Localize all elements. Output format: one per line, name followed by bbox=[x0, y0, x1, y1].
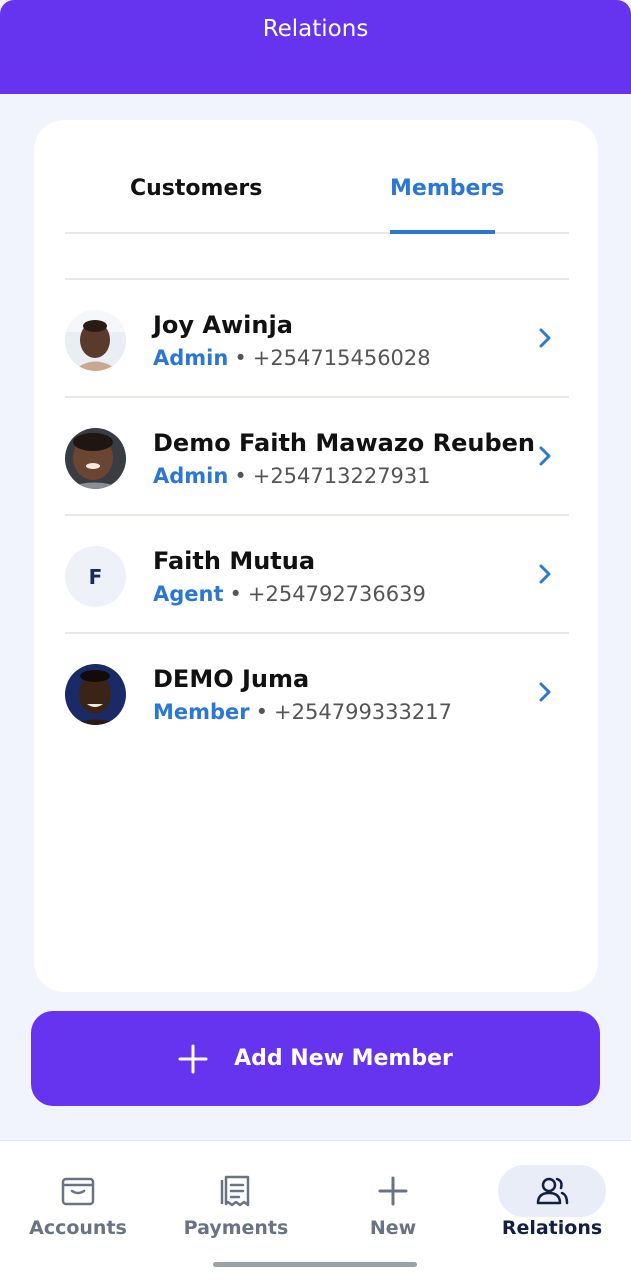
nav-accounts[interactable]: Accounts bbox=[3, 1155, 153, 1265]
chevron-right-icon bbox=[539, 682, 551, 702]
add-new-member-button[interactable]: Add New Member bbox=[31, 1011, 600, 1106]
avatar bbox=[65, 428, 126, 489]
avatar-photo-icon bbox=[65, 664, 126, 725]
member-phone: +254799333217 bbox=[274, 700, 452, 724]
nav-payments[interactable]: Payments bbox=[161, 1155, 311, 1265]
member-role: Admin bbox=[153, 464, 229, 488]
relations-card: Customers Members Joy Awinja Admin • +2547… bbox=[34, 120, 598, 992]
wallet-icon bbox=[61, 1177, 95, 1206]
avatar bbox=[65, 310, 126, 371]
member-name: Faith Mutua bbox=[153, 547, 316, 575]
member-details: Admin • +254713227931 bbox=[153, 464, 431, 488]
member-row-demo-juma[interactable]: DEMO Juma Member • +254799333217 bbox=[65, 632, 569, 750]
nav-label: Relations bbox=[501, 1217, 603, 1239]
chevron-right-icon bbox=[539, 564, 551, 584]
avatar-initial: F bbox=[65, 546, 126, 607]
active-tab-indicator bbox=[390, 230, 495, 234]
member-row-joy-awinja[interactable]: Joy Awinja Admin • +254715456028 bbox=[65, 278, 569, 396]
members-list: Joy Awinja Admin • +254715456028 Demo Fait… bbox=[65, 278, 569, 750]
add-new-member-label: Add New Member bbox=[234, 1046, 453, 1071]
member-row-faith-mutua[interactable]: F Faith Mutua Agent • +254792736639 bbox=[65, 514, 569, 632]
avatar bbox=[65, 664, 126, 725]
member-name: DEMO Juma bbox=[153, 665, 310, 693]
separator: • bbox=[255, 700, 269, 724]
separator: • bbox=[229, 582, 242, 606]
avatar-photo-icon bbox=[65, 428, 126, 489]
home-indicator bbox=[213, 1262, 417, 1267]
member-name: Joy Awinja bbox=[153, 311, 293, 339]
nav-label: Accounts bbox=[29, 1217, 127, 1239]
app-header: Relations bbox=[0, 0, 631, 94]
member-details: Member • +254799333217 bbox=[153, 700, 452, 724]
member-name: Demo Faith Mawazo Reuben bbox=[153, 429, 536, 457]
member-details: Admin • +254715456028 bbox=[153, 346, 431, 370]
bottom-navigation: Accounts Payments New Relations bbox=[0, 1140, 631, 1280]
nav-relations[interactable]: Relations bbox=[477, 1155, 627, 1265]
nav-label: Payments bbox=[183, 1217, 289, 1239]
avatar-photo-icon bbox=[65, 310, 126, 371]
plus-icon bbox=[178, 1044, 208, 1073]
plus-icon bbox=[378, 1176, 408, 1206]
receipt-icon bbox=[220, 1175, 250, 1207]
separator: • bbox=[234, 346, 247, 370]
tab-bar: Customers Members bbox=[65, 176, 569, 234]
member-row-demo-faith-mawazo-reuben[interactable]: Demo Faith Mawazo Reuben Admin • +25471322… bbox=[65, 396, 569, 514]
member-role: Agent bbox=[153, 582, 224, 606]
nav-label: New bbox=[369, 1217, 417, 1239]
member-role: Admin bbox=[153, 346, 229, 370]
member-phone: +254713227931 bbox=[252, 464, 431, 488]
tab-members[interactable]: Members bbox=[390, 176, 504, 201]
member-role: Member bbox=[153, 700, 250, 724]
member-phone: +254715456028 bbox=[252, 346, 431, 370]
tab-customers[interactable]: Customers bbox=[130, 176, 262, 201]
member-phone: +254792736639 bbox=[247, 582, 426, 606]
nav-new[interactable]: New bbox=[318, 1155, 468, 1265]
member-details: Agent • +254792736639 bbox=[153, 582, 426, 606]
users-icon bbox=[536, 1177, 569, 1205]
chevron-right-icon bbox=[539, 328, 551, 348]
chevron-right-icon bbox=[539, 446, 551, 466]
separator: • bbox=[234, 464, 247, 488]
page-title: Relations bbox=[262, 16, 369, 42]
